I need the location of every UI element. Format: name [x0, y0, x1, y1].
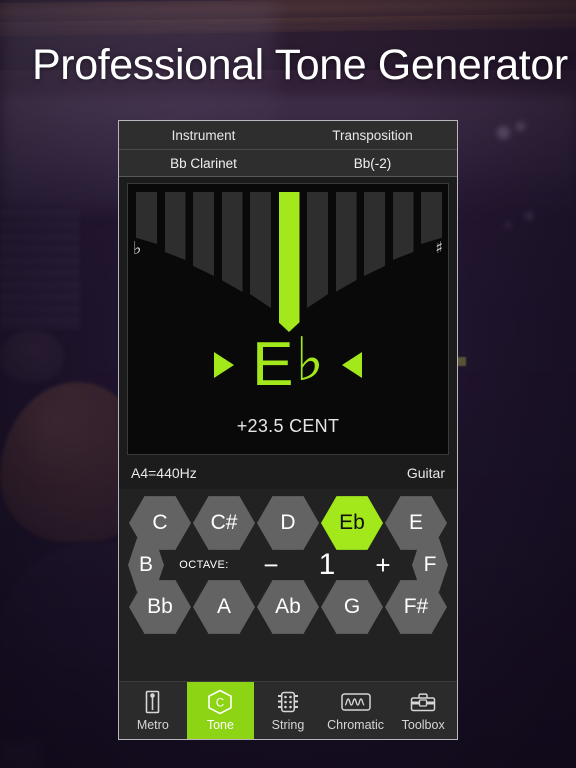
- keypad-row-bottom: Bb A Ab G F#: [127, 579, 449, 635]
- meter-bar: [392, 192, 414, 260]
- tab-toolbox[interactable]: Toolbox: [389, 682, 457, 739]
- tab-label: Metro: [136, 718, 169, 732]
- note-keypad: C C# D Eb E B OCTAVE: − 1 + F Bb A Ab G F#: [119, 489, 457, 681]
- tab-metro[interactable]: Metro: [119, 682, 187, 739]
- instrument-header: Instrument Transposition Bb Clarinet Bb(…: [119, 121, 457, 177]
- tuner-info-row: A4=440Hz Guitar: [119, 455, 457, 489]
- page-title: Professional Tone Generator: [32, 41, 568, 89]
- meter-bar: [307, 192, 328, 308]
- transposition-value[interactable]: Bb(-2): [288, 156, 457, 171]
- octave-minus-button[interactable]: −: [243, 552, 299, 578]
- meter-bar: [335, 192, 357, 292]
- meter-bar: [164, 192, 186, 260]
- meter-bar: [250, 192, 271, 308]
- cent-readout: +23.5 CENT: [236, 416, 340, 436]
- reference-pitch[interactable]: A4=440Hz: [131, 465, 197, 481]
- svg-text:C: C: [216, 698, 224, 710]
- instrument-value[interactable]: Bb Clarinet: [119, 156, 288, 171]
- header-value-row[interactable]: Bb Clarinet Bb(-2): [119, 149, 457, 177]
- bottom-tab-bar: Metro C Tone String Chromatic Toolbox: [119, 681, 457, 739]
- detected-note: E ♭: [252, 325, 324, 399]
- guitar-headstock-icon: [276, 689, 300, 715]
- tab-string[interactable]: String: [254, 682, 322, 739]
- pitch-meter: ♭ ♯: [128, 184, 448, 332]
- tab-label: Tone: [206, 718, 234, 732]
- meter-bar: [193, 192, 214, 276]
- meter-bar: [364, 192, 385, 276]
- triangle-right-icon: [214, 352, 235, 379]
- triangle-left-icon: [341, 352, 362, 379]
- note-readout: E ♭: [128, 325, 448, 399]
- octave-plus-button[interactable]: +: [355, 552, 411, 578]
- instrument-label: Instrument: [171, 127, 236, 143]
- toolbox-icon: [410, 689, 436, 715]
- flat-marker-icon: ♭: [133, 238, 142, 259]
- meter-bar-active: [278, 192, 300, 332]
- tab-chromatic[interactable]: Chromatic: [322, 682, 390, 739]
- meter-bar: [136, 192, 157, 244]
- hexagon-c-icon: C: [207, 689, 233, 715]
- transposition-label: Transposition: [332, 127, 413, 143]
- octave-value: 1: [318, 548, 336, 581]
- meter-bar: [421, 192, 442, 244]
- octave-label: OCTAVE:: [179, 559, 229, 571]
- header-label-row: Instrument Transposition: [119, 121, 457, 149]
- sharp-marker-icon: ♯: [435, 238, 443, 257]
- tab-label: Toolbox: [401, 718, 445, 732]
- waveform-icon: [340, 689, 371, 715]
- instrument-mode[interactable]: Guitar: [407, 465, 445, 481]
- tab-tone[interactable]: C Tone: [186, 682, 255, 739]
- tuner-display: ♭ ♯ E ♭ +23.5 CENT: [127, 183, 449, 455]
- tab-label: String: [271, 718, 305, 732]
- note-accidental-icon: ♭: [295, 325, 324, 395]
- keypad-row-top: C C# D Eb E: [127, 495, 449, 551]
- metronome-icon: [144, 689, 161, 715]
- note-letter: E: [252, 330, 294, 399]
- tuner-section: ♭ ♯ E ♭ +23.5 CENT: [119, 177, 457, 455]
- meter-bar: [221, 192, 243, 292]
- app-screenshot-frame: Instrument Transposition Bb Clarinet Bb(…: [118, 120, 458, 740]
- tab-label: Chromatic: [327, 718, 385, 732]
